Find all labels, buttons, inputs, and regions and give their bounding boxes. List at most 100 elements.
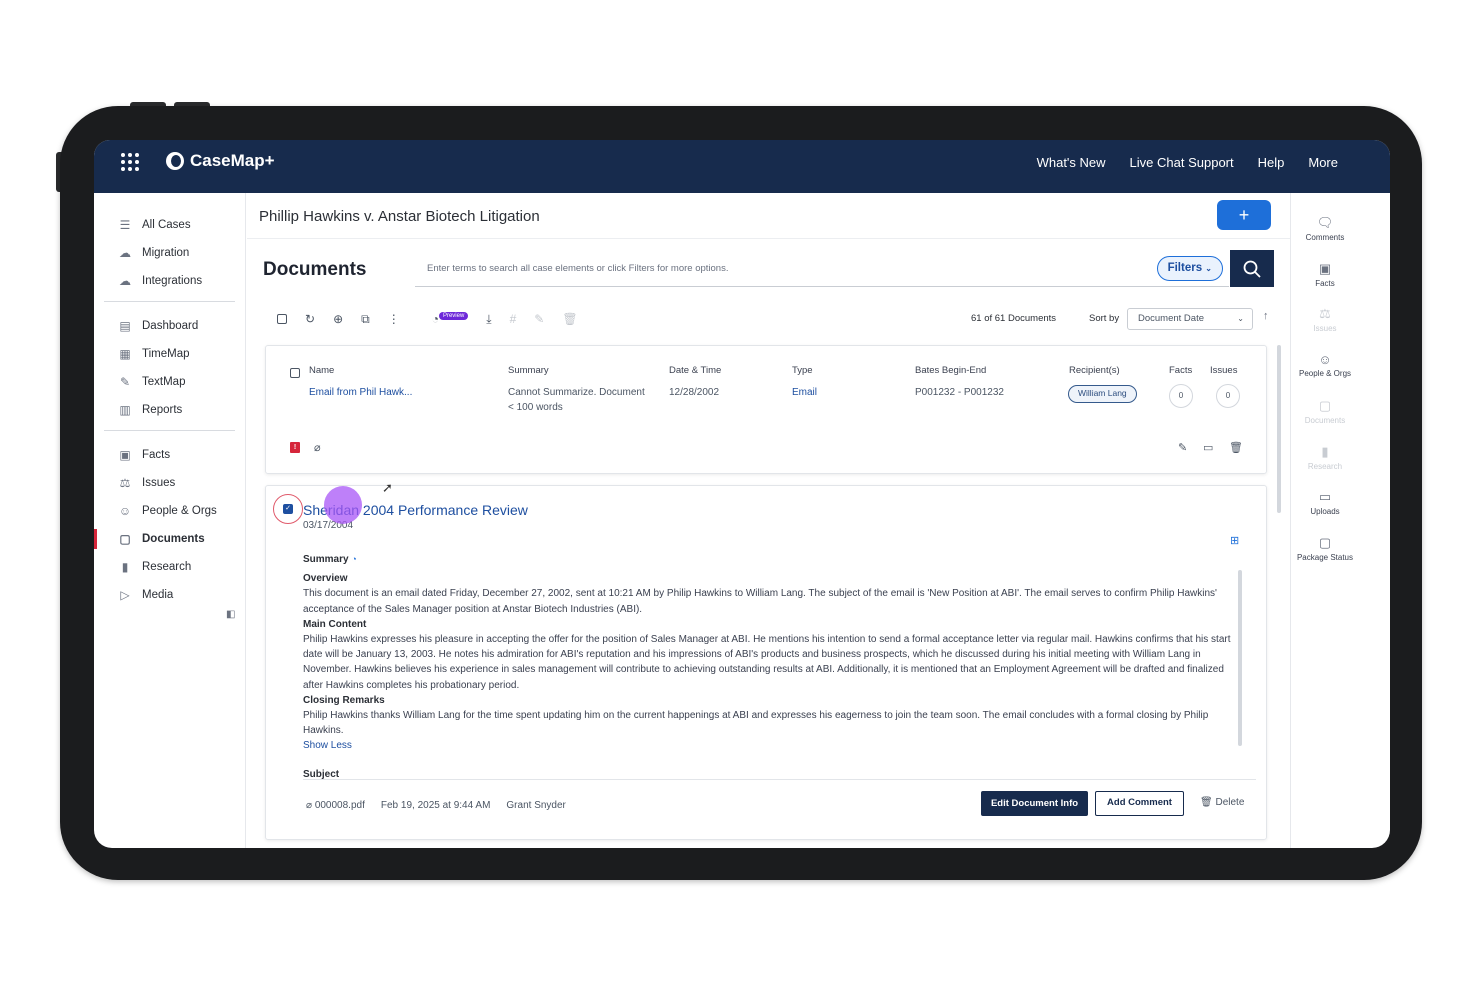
sidebar-item-people-orgs[interactable]: ☺ People & Orgs	[104, 497, 235, 525]
add-button[interactable]: +	[1217, 200, 1271, 230]
rail-item-package-status[interactable]: ▢ Package Status	[1291, 535, 1359, 562]
chevron-down-icon: ⌄	[1205, 264, 1212, 273]
nav-whats-new[interactable]: What's New	[1037, 155, 1106, 170]
main-content: Phillip Hawkins v. Anstar Biotech Litiga…	[247, 193, 1290, 848]
header-type: Type	[792, 365, 813, 376]
select-all-checkbox[interactable]	[277, 314, 287, 324]
ai-preview-button[interactable]: ◔ Preview	[432, 312, 469, 326]
sidebar-item-timemap[interactable]: ▦ TimeMap	[104, 340, 235, 368]
rail-item-research: ▮ Research	[1291, 444, 1359, 471]
rail-item-issues: ⚖ Issues	[1291, 306, 1359, 333]
facts-count[interactable]: 0	[1169, 384, 1193, 408]
people-icon: ☺	[1318, 352, 1332, 367]
sort-select[interactable]: Document Date ⌄	[1127, 308, 1253, 330]
rail-item-facts[interactable]: ▣ Facts	[1291, 261, 1359, 288]
rail-item-comments[interactable]: 🗨 Comments	[1291, 215, 1359, 242]
sidebar-group-cases: ☰ All Cases ☁ Migration ☁ Integrations	[94, 193, 245, 295]
research-icon: ▮	[1321, 444, 1329, 459]
top-bar: CaseMap+ What's New Live Chat Support He…	[94, 140, 1390, 193]
sidebar-item-reports[interactable]: ▥ Reports	[104, 396, 235, 424]
detail-checkbox[interactable]: ✓	[283, 504, 293, 514]
header-date: Date & Time	[669, 365, 722, 376]
collapse-sidebar-icon[interactable]: ◧	[226, 609, 235, 620]
detail-footer: ⌀ 000008.pdf Feb 19, 2025 at 9:44 AM Gra…	[306, 800, 566, 811]
header-recipients: Recipient(s)	[1069, 365, 1120, 376]
sidebar-item-issues[interactable]: ⚖ Issues	[104, 469, 235, 497]
page-title: Documents	[263, 259, 367, 280]
refresh-icon[interactable]: ↻	[305, 312, 315, 326]
list-icon: ☰	[119, 218, 131, 232]
summary-label: Summary	[303, 554, 349, 565]
more-vertical-icon[interactable]: ⋮	[388, 312, 400, 326]
rail-item-uploads[interactable]: ▭ Uploads	[1291, 489, 1359, 516]
main-content-text: Philip Hawkins expresses his pleasure in…	[303, 634, 1231, 691]
nav-help[interactable]: Help	[1258, 155, 1285, 170]
sort-label: Sort by	[1089, 313, 1120, 324]
nav-more[interactable]: More	[1308, 155, 1338, 170]
hash-icon: #	[509, 312, 517, 326]
main-content-label: Main Content	[303, 618, 367, 630]
sort-direction-icon[interactable]: ↑	[1263, 310, 1269, 322]
row-checkbox[interactable]	[290, 368, 300, 378]
delete-button[interactable]: 🗑 Delete	[1200, 797, 1244, 808]
add-comment-button[interactable]: Add Comment	[1095, 791, 1184, 816]
issues-icon: ⚖	[1319, 306, 1331, 321]
documents-icon: ▢	[1318, 398, 1332, 413]
document-type: Email	[792, 387, 818, 398]
add-circle-icon[interactable]: ⊕	[333, 312, 343, 326]
copy-icon[interactable]: ⧉	[361, 312, 370, 327]
app-screen: CaseMap+ What's New Live Chat Support He…	[94, 140, 1390, 848]
rail-item-documents: ▢ Documents	[1291, 398, 1359, 425]
edit-document-info-button[interactable]: Edit Document Info	[981, 791, 1088, 816]
touch-indicator	[324, 486, 362, 524]
app-logo[interactable]: CaseMap+	[166, 151, 275, 171]
sidebar-item-documents[interactable]: ▢ Documents	[94, 525, 235, 553]
closing-remarks-label: Closing Remarks	[303, 694, 385, 706]
main-scrollbar[interactable]	[1277, 345, 1281, 513]
search-input[interactable]: Enter terms to search all case elements …	[415, 250, 1229, 287]
filters-button[interactable]: Filters ⌄	[1156, 256, 1223, 281]
search-button[interactable]	[1230, 250, 1274, 287]
sidebar-item-migration[interactable]: ☁ Migration	[104, 239, 235, 267]
reports-icon: ▥	[119, 403, 131, 417]
top-nav: What's New Live Chat Support Help More	[1037, 155, 1338, 170]
sidebar-item-dashboard[interactable]: ▤ Dashboard	[104, 312, 235, 340]
edit-icon[interactable]: ✎	[1178, 441, 1187, 454]
rail-item-people-orgs[interactable]: ☺ People & Orgs	[1291, 352, 1359, 378]
header-facts: Facts	[1169, 365, 1193, 376]
header-bates: Bates Begin-End	[915, 365, 987, 376]
sidebar-item-facts[interactable]: ▣ Facts	[104, 441, 235, 469]
edit-icon: ✎	[534, 312, 545, 326]
nav-live-chat-support[interactable]: Live Chat Support	[1130, 155, 1234, 170]
sidebar-item-textmap[interactable]: ✎ TextMap	[104, 368, 235, 396]
overview-text: This document is an email dated Friday, …	[303, 588, 1217, 615]
title-divider	[247, 238, 1290, 239]
sidebar-divider	[104, 430, 235, 431]
download-icon[interactable]: ⤓	[486, 312, 491, 327]
app-grid-icon[interactable]	[121, 153, 139, 171]
uploaded-by: Grant Snyder	[506, 800, 566, 811]
document-name-link[interactable]: Email from Phil Hawk...	[309, 385, 412, 400]
recipient-chip[interactable]: William Lang	[1068, 385, 1137, 403]
case-title: Phillip Hawkins v. Anstar Biotech Litiga…	[259, 208, 540, 225]
sidebar-item-integrations[interactable]: ☁ Integrations	[104, 267, 235, 295]
closing-remarks-text: Philip Hawkins thanks William Lang for t…	[303, 710, 1209, 737]
preview-badge: Preview	[438, 312, 469, 320]
active-indicator	[94, 529, 97, 549]
sidebar-group-elements: ▣ Facts ⚖ Issues ☺ People & Orgs ▢ Documents…	[94, 437, 245, 609]
trash-icon: 🗑	[562, 312, 578, 326]
sidebar-item-all-cases[interactable]: ☰ All Cases	[104, 211, 235, 239]
cursor-icon: ➚	[382, 480, 393, 495]
sidebar-item-research[interactable]: ▮ Research	[104, 553, 235, 581]
show-less-link[interactable]: Show Less	[303, 738, 1235, 753]
trash-icon[interactable]: 🗑	[1229, 441, 1243, 454]
media-icon: ▷	[120, 588, 130, 602]
issues-count[interactable]: 0	[1216, 384, 1240, 408]
document-summary: Cannot Summarize. Document < 100 words	[508, 387, 645, 413]
document-row-card[interactable]: Name Summary Date & Time Type Bates Begi…	[265, 345, 1267, 474]
expand-icon[interactable]: ⊞	[1230, 534, 1239, 547]
textmap-icon: ✎	[119, 375, 131, 389]
comment-icon[interactable]: ▭	[1203, 441, 1213, 454]
sidebar-item-media[interactable]: ▷ Media	[104, 581, 235, 609]
summary-scrollbar[interactable]	[1238, 570, 1242, 746]
